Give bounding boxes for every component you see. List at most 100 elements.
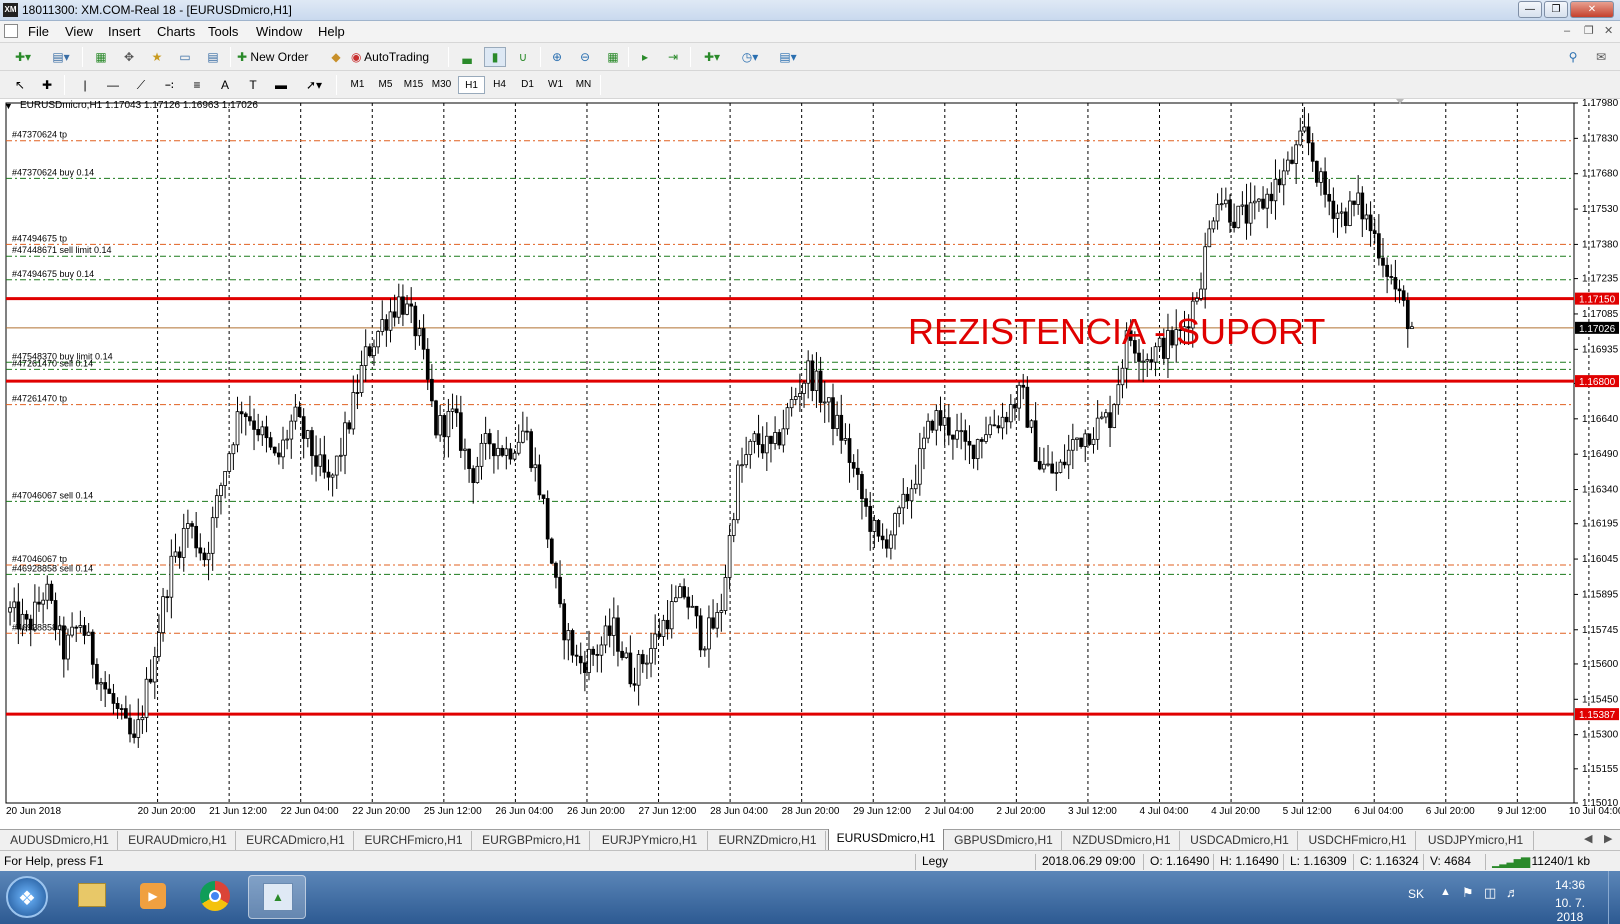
strategy-tester-icon[interactable]: ▤ xyxy=(202,47,224,67)
tab-gbpusdmicro[interactable]: GBPUSDmicro,H1 xyxy=(946,831,1062,850)
tab-nzdusdmicro[interactable]: NZDUSDmicro,H1 xyxy=(1064,831,1180,850)
new-chart-icon[interactable]: ✚▾ xyxy=(8,47,38,67)
bear-candle-body xyxy=(884,539,889,549)
bear-candle-body xyxy=(769,435,773,444)
bull-candle-body xyxy=(611,617,616,636)
taskbar-media-player[interactable]: ▶ xyxy=(124,875,182,919)
autotrading-button[interactable]: ◉ AutoTrading xyxy=(350,47,442,67)
bear-candle-body xyxy=(620,650,624,658)
tab-eurjpymicro[interactable]: EURJPYmicro,H1 xyxy=(592,831,708,850)
chart-annotation[interactable]: REZISTENCIA - SUPORT xyxy=(908,311,1325,353)
templates-icon[interactable]: ▤▾ xyxy=(772,47,804,67)
line-chart-icon[interactable]: ∪ xyxy=(512,47,534,67)
close-button[interactable]: ✕ xyxy=(1570,1,1614,18)
tab-scroll-left-icon[interactable]: ◀ xyxy=(1584,832,1592,845)
crosshair-icon[interactable]: ✚ xyxy=(36,75,58,95)
search-icon[interactable]: ⚲ xyxy=(1562,47,1584,67)
timeframe-h4[interactable]: H4 xyxy=(486,76,513,94)
tab-audusdmicro[interactable]: AUDUSDmicro,H1 xyxy=(2,831,118,850)
rectangle-icon[interactable]: ▬ xyxy=(272,75,290,95)
price-chart[interactable]: #47370624 tp #47370624 buy 0.14 #47494675 … xyxy=(0,99,1620,829)
horizontal-line-icon[interactable]: — xyxy=(104,75,122,95)
periods-icon[interactable]: ◷▾ xyxy=(734,47,766,67)
tab-usdcadmicro[interactable]: USDCADmicro,H1 xyxy=(1182,831,1298,850)
maximize-button[interactable]: ❐ xyxy=(1544,1,1568,18)
tab-eurnzdmicro[interactable]: EURNZDmicro,H1 xyxy=(710,831,826,850)
minimize-button[interactable]: — xyxy=(1518,1,1542,18)
start-button[interactable]: ❖ xyxy=(6,876,48,918)
show-desktop-button[interactable] xyxy=(1608,871,1620,924)
bar-chart-icon[interactable]: ▃ xyxy=(456,47,478,67)
document-icon[interactable] xyxy=(4,24,18,38)
tile-windows-icon[interactable]: ▦ xyxy=(602,47,624,67)
flag-icon[interactable]: ⚑ xyxy=(1462,885,1474,901)
menu-help[interactable]: Help xyxy=(318,24,345,39)
chat-icon[interactable]: ✉ xyxy=(1590,47,1612,67)
trendline-icon[interactable]: ⟋ xyxy=(132,75,150,95)
timeframe-h1[interactable]: H1 xyxy=(458,76,485,94)
new-order-button[interactable]: ✚ New Order xyxy=(236,47,318,67)
zoom-out-icon[interactable]: ⊖ xyxy=(574,47,596,67)
bull-candle-body xyxy=(281,439,285,458)
shapes-icon[interactable]: ➚▾ xyxy=(300,75,328,95)
text-label-icon[interactable]: T xyxy=(244,75,262,95)
network-icon[interactable]: ◫ xyxy=(1484,885,1496,901)
menu-insert[interactable]: Insert xyxy=(108,24,141,39)
timeframe-m15[interactable]: M15 xyxy=(400,76,427,94)
chart-window[interactable]: #47370624 tp #47370624 buy 0.14 #47494675 … xyxy=(0,99,1620,829)
tab-eurusdmicro[interactable]: EURUSDmicro,H1 xyxy=(828,829,944,851)
bear-candle-body xyxy=(1290,159,1294,164)
timeframe-m30[interactable]: M30 xyxy=(428,76,455,94)
tab-eurchfmicro[interactable]: EURCHFmicro,H1 xyxy=(356,831,472,850)
autoscroll-icon[interactable]: ▸ xyxy=(634,47,656,67)
language-indicator[interactable]: SK xyxy=(1408,887,1424,901)
market-watch-icon[interactable]: ▦ xyxy=(90,47,112,67)
tab-scroll-right-icon[interactable]: ▶ xyxy=(1604,832,1612,845)
fibonacci-icon[interactable]: ≡ xyxy=(188,75,206,95)
candlestick-icon[interactable]: ▮ xyxy=(484,47,506,67)
tab-euraudmicro[interactable]: EURAUDmicro,H1 xyxy=(120,831,236,850)
taskbar-chrome[interactable] xyxy=(186,875,244,919)
data-window-icon[interactable]: ★ xyxy=(146,47,168,67)
metaeditor-icon[interactable]: ◆ xyxy=(325,47,347,67)
chart-collapse-icon[interactable]: ▼ xyxy=(4,101,13,111)
bear-candle-body xyxy=(82,625,87,636)
menu-file[interactable]: File xyxy=(28,24,49,39)
bull-candle-body xyxy=(343,422,347,456)
clock-date[interactable]: 10. 7. 2018 xyxy=(1540,896,1600,924)
clock-time[interactable]: 14:36 xyxy=(1544,878,1596,892)
taskbar-metatrader[interactable]: ▲ xyxy=(248,875,306,919)
mdi-restore-icon[interactable]: ❐ xyxy=(1584,24,1594,37)
timeframe-mn[interactable]: MN xyxy=(570,76,597,94)
bear-candle-body xyxy=(277,452,281,458)
tab-usdjpymicro[interactable]: USDJPYmicro,H1 xyxy=(1418,831,1534,850)
cursor-icon[interactable]: ↖ xyxy=(10,75,30,95)
menu-window[interactable]: Window xyxy=(256,24,302,39)
chart-shift-icon[interactable]: ⇥ xyxy=(662,47,684,67)
indicators-icon[interactable]: ✚▾ xyxy=(696,47,728,67)
show-hidden-icons-icon[interactable]: ▲ xyxy=(1440,886,1451,898)
mdi-close-icon[interactable]: ✕ xyxy=(1604,24,1613,37)
terminal-icon[interactable]: ▭ xyxy=(174,47,196,67)
tab-eurcadmicro[interactable]: EURCADmicro,H1 xyxy=(238,831,354,850)
menu-charts[interactable]: Charts xyxy=(157,24,195,39)
tab-eurgbpmicro[interactable]: EURGBPmicro,H1 xyxy=(474,831,590,850)
channel-icon[interactable]: ∹ xyxy=(160,75,178,95)
text-icon[interactable]: A xyxy=(216,75,234,95)
timeframe-m1[interactable]: M1 xyxy=(344,76,371,94)
volume-icon[interactable]: ♬ xyxy=(1506,885,1519,900)
profiles-icon[interactable]: ▤▾ xyxy=(46,47,76,67)
candle xyxy=(1087,433,1092,446)
zoom-in-icon[interactable]: ⊕ xyxy=(546,47,568,67)
timeframe-w1[interactable]: W1 xyxy=(542,76,569,94)
taskbar-explorer[interactable] xyxy=(62,875,120,919)
mdi-minimize-icon[interactable]: – xyxy=(1564,25,1570,37)
bear-candle-body xyxy=(698,615,703,651)
menu-tools[interactable]: Tools xyxy=(208,24,238,39)
vertical-line-icon[interactable]: | xyxy=(76,75,94,95)
navigator-icon[interactable]: ✥ xyxy=(118,47,140,67)
tab-usdchfmicro[interactable]: USDCHFmicro,H1 xyxy=(1300,831,1416,850)
timeframe-d1[interactable]: D1 xyxy=(514,76,541,94)
timeframe-m5[interactable]: M5 xyxy=(372,76,399,94)
menu-view[interactable]: View xyxy=(65,24,93,39)
